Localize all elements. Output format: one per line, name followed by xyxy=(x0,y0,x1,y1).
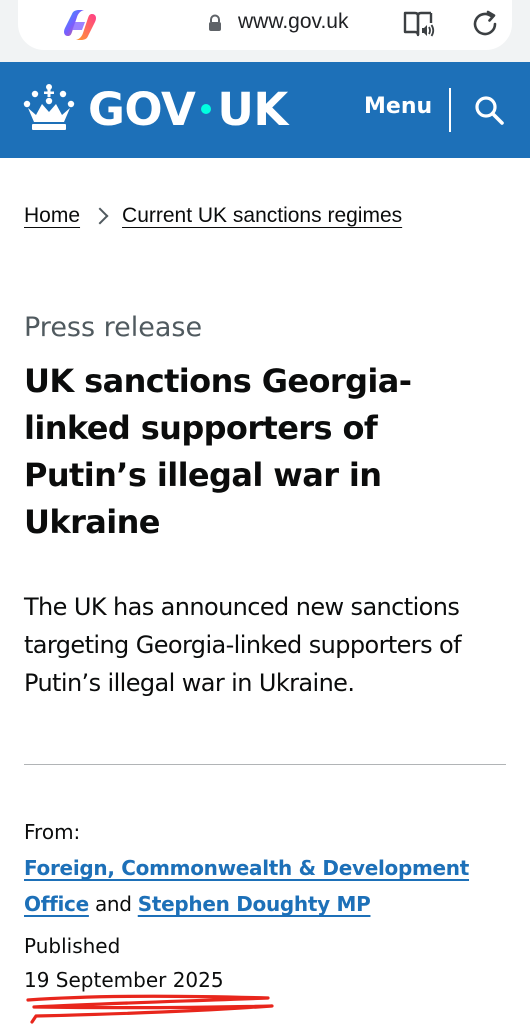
breadcrumb-sanctions-regimes[interactable]: Current UK sanctions regimes xyxy=(122,204,402,228)
published-label: Published xyxy=(24,934,121,958)
reader-mode-icon[interactable] xyxy=(402,9,436,39)
header-divider xyxy=(449,88,451,132)
breadcrumb: Home Current UK sanctions regimes xyxy=(24,204,402,228)
menu-button[interactable]: Menu xyxy=(364,94,432,119)
crown-icon[interactable] xyxy=(22,82,76,134)
page-title: UK sanctions Georgia-linked supporters o… xyxy=(24,362,412,541)
org-connector: and xyxy=(94,892,132,916)
search-icon xyxy=(475,96,504,125)
from-label: From: xyxy=(24,820,81,844)
logo-text-uk: UK xyxy=(217,83,288,136)
org-link-stephen-doughty[interactable]: Stephen Doughty MP xyxy=(138,892,371,916)
published-date: 19 September 2025 xyxy=(24,968,224,992)
from-organisations: Foreign, Commonwealth & Development Offi… xyxy=(24,850,514,922)
page-caption: Press release xyxy=(24,312,203,343)
lock-icon[interactable] xyxy=(208,14,222,32)
logo-dot-icon xyxy=(201,104,212,114)
url-text[interactable]: www.gov.uk xyxy=(238,10,349,34)
divider xyxy=(24,764,506,765)
search-button[interactable] xyxy=(472,94,506,128)
breadcrumb-home[interactable]: Home xyxy=(24,204,80,228)
chevron-right-icon xyxy=(91,207,109,225)
copilot-logo-icon[interactable] xyxy=(62,8,98,42)
reload-icon[interactable] xyxy=(470,9,500,39)
govuk-header: GOV UK Menu xyxy=(0,62,530,158)
lead-paragraph: The UK has announced new sanctions targe… xyxy=(24,593,462,697)
logo-text-gov: GOV xyxy=(88,83,196,136)
red-underline-annotation xyxy=(26,994,274,1024)
browser-toolbar: www.gov.uk xyxy=(0,0,530,62)
address-bar[interactable]: www.gov.uk xyxy=(18,0,512,50)
govuk-logo[interactable]: GOV UK xyxy=(88,82,288,138)
